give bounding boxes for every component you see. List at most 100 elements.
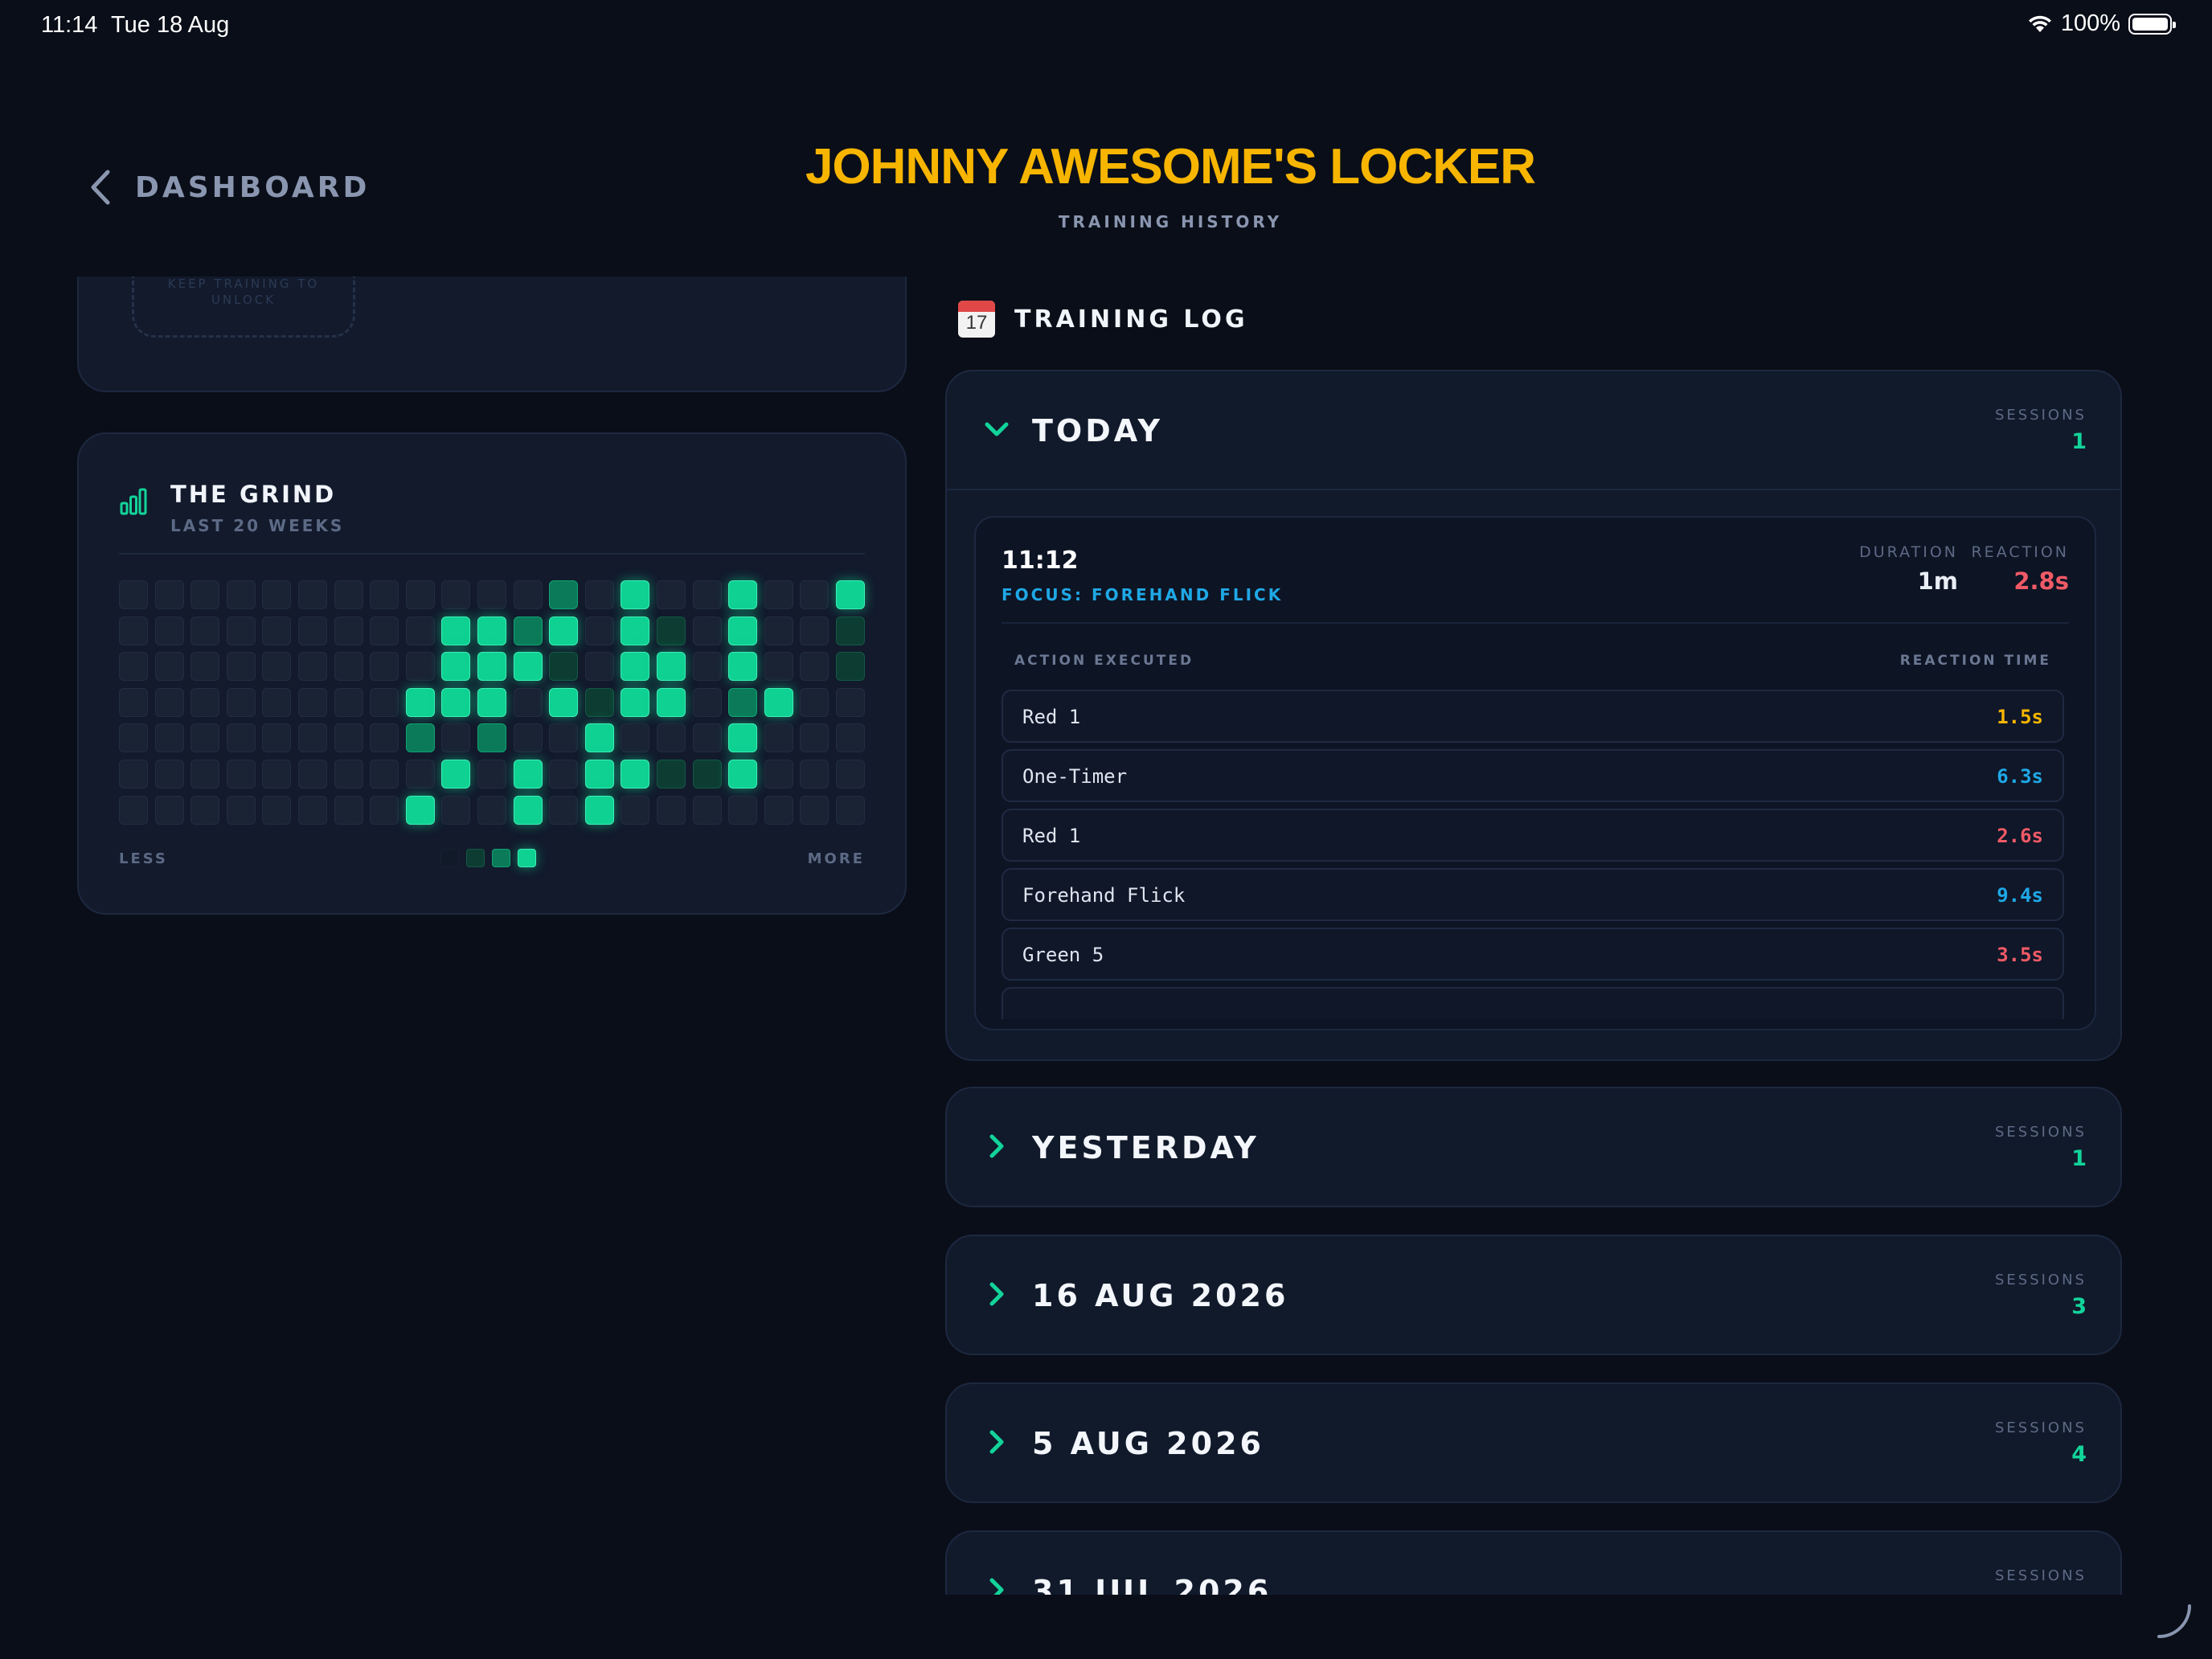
wifi-icon [2028, 15, 2051, 32]
sessions-label: SESSIONS [1994, 407, 2087, 424]
heatmap-cell [764, 687, 793, 717]
sessions-count: 1 [2071, 429, 2087, 454]
battery-icon [2128, 13, 2176, 35]
trophy-card: KEEP TRAINING TO UNLOCK [77, 276, 907, 392]
heatmap-cell [549, 723, 579, 753]
day-header[interactable]: TODAY SESSIONS 1 [947, 371, 2120, 490]
heatmap-cell [692, 760, 722, 789]
heatmap-cell [621, 616, 650, 645]
heatmap-cell [800, 760, 830, 789]
sessions-label: SESSIONS [1994, 1272, 2087, 1288]
heatmap-cell [549, 760, 579, 789]
reaction-value: 2.8s [2013, 567, 2069, 595]
duration-label: DURATION [1859, 543, 1958, 561]
heatmap-cell [728, 687, 758, 717]
sessions-count: 3 [2071, 1294, 2087, 1319]
status-time: 11:14 [41, 12, 98, 38]
heatmap-cell [513, 723, 543, 753]
day-divider [947, 489, 2120, 490]
heatmap-cell [836, 687, 865, 717]
heatmap-cell [370, 580, 399, 609]
training-log-title: TRAINING LOG [1014, 305, 1248, 334]
day-label: 31 JUL 2026 [1032, 1574, 1272, 1595]
heatmap-cell [800, 723, 830, 753]
heatmap-cell [119, 723, 148, 753]
heatmap-cell [836, 652, 865, 682]
heatmap-cell [190, 580, 220, 609]
heatmap-cell [226, 580, 256, 609]
day-card-5-aug-2026[interactable]: 5 AUG 2026 SESSIONS 4 [945, 1382, 2122, 1503]
action-name: Green 5 [1022, 944, 1104, 966]
heatmap-cell [800, 580, 830, 609]
heatmap-cell [477, 795, 506, 825]
heatmap-cell [584, 795, 614, 825]
heatmap-cell [370, 616, 399, 645]
heatmap-cell [764, 616, 793, 645]
heatmap-cell [262, 723, 292, 753]
heatmap-cell [190, 723, 220, 753]
heatmap-cell [334, 687, 363, 717]
heatmap-cell [334, 616, 363, 645]
heatmap-cell [370, 795, 399, 825]
heatmap-cell [334, 723, 363, 753]
heatmap-cell [657, 723, 686, 753]
calendar-icon-day: 17 [965, 312, 988, 334]
day-card-31-jul-2026[interactable]: 31 JUL 2026 SESSIONS [945, 1530, 2122, 1595]
locked-trophy-text: KEEP TRAINING TO UNLOCK [167, 276, 320, 307]
heatmap-cell [657, 652, 686, 682]
heatmap-cell [692, 616, 722, 645]
legend-swatch-level-2 [492, 849, 510, 867]
heatmap-cell [298, 795, 327, 825]
day-header[interactable]: 31 JUL 2026 SESSIONS [947, 1532, 2120, 1595]
chevron-right-icon [989, 1430, 1004, 1454]
heatmap-cell [226, 687, 256, 717]
day-card-today: TODAY SESSIONS 1 11:12 FOCUS: FOREHAND F… [945, 370, 2122, 1061]
heatmap-cell [441, 687, 471, 717]
heatmap-cell [513, 652, 543, 682]
heatmap-cell [728, 723, 758, 753]
heatmap-cell [405, 723, 435, 753]
heatmap-cell [513, 616, 543, 645]
legend-more-label: MORE [807, 850, 865, 867]
heatmap-cell [477, 760, 506, 789]
day-header[interactable]: YESTERDAY SESSIONS 1 [947, 1088, 2120, 1207]
heatmap-cell [334, 652, 363, 682]
heatmap-cell [549, 580, 579, 609]
heatmap-cell [728, 616, 758, 645]
reaction-label: REACTION [1971, 543, 2069, 561]
bar-chart-icon [120, 488, 147, 515]
action-row: Green 5 3.5s [1002, 928, 2064, 981]
heatmap-cell [836, 760, 865, 789]
heatmap-cell [584, 616, 614, 645]
day-card-16-aug-2026[interactable]: 16 AUG 2026 SESSIONS 3 [945, 1235, 2122, 1355]
heatmap-cell [226, 795, 256, 825]
heatmap-cell [764, 580, 793, 609]
heatmap-cell [154, 795, 184, 825]
heatmap-cell [621, 760, 650, 789]
heatmap-cell [370, 760, 399, 789]
chevron-down-icon [985, 422, 1009, 436]
heatmap-cell [119, 652, 148, 682]
action-name: One-Timer [1022, 765, 1128, 788]
heatmap-cell [334, 760, 363, 789]
heatmap-cell [836, 580, 865, 609]
day-card-yesterday[interactable]: YESTERDAY SESSIONS 1 [945, 1087, 2122, 1207]
heatmap-cell [836, 616, 865, 645]
day-header[interactable]: 16 AUG 2026 SESSIONS 3 [947, 1236, 2120, 1355]
heatmap-cell [764, 760, 793, 789]
training-log-column[interactable]: 17 TRAINING LOG TODAY SESSIONS 1 11:12 F… [932, 276, 2138, 1595]
heatmap-cell [334, 580, 363, 609]
heatmap-cell [298, 580, 327, 609]
action-reaction-time: 9.4s [1997, 884, 2043, 907]
column-header-reaction: REACTION TIME [1899, 653, 2051, 669]
heatmap-cell [190, 687, 220, 717]
heatmap-cell [119, 760, 148, 789]
heatmap-cell [728, 760, 758, 789]
session-time: 11:12 [1002, 547, 1079, 575]
status-date: Tue 18 Aug [111, 12, 230, 38]
heatmap-cell [298, 687, 327, 717]
heatmap-cell [262, 760, 292, 789]
day-header[interactable]: 5 AUG 2026 SESSIONS 4 [947, 1384, 2120, 1503]
left-column: KEEP TRAINING TO UNLOCK THE GRIND LAST 2… [0, 276, 932, 1659]
sessions-count: 1 [2071, 1146, 2087, 1171]
